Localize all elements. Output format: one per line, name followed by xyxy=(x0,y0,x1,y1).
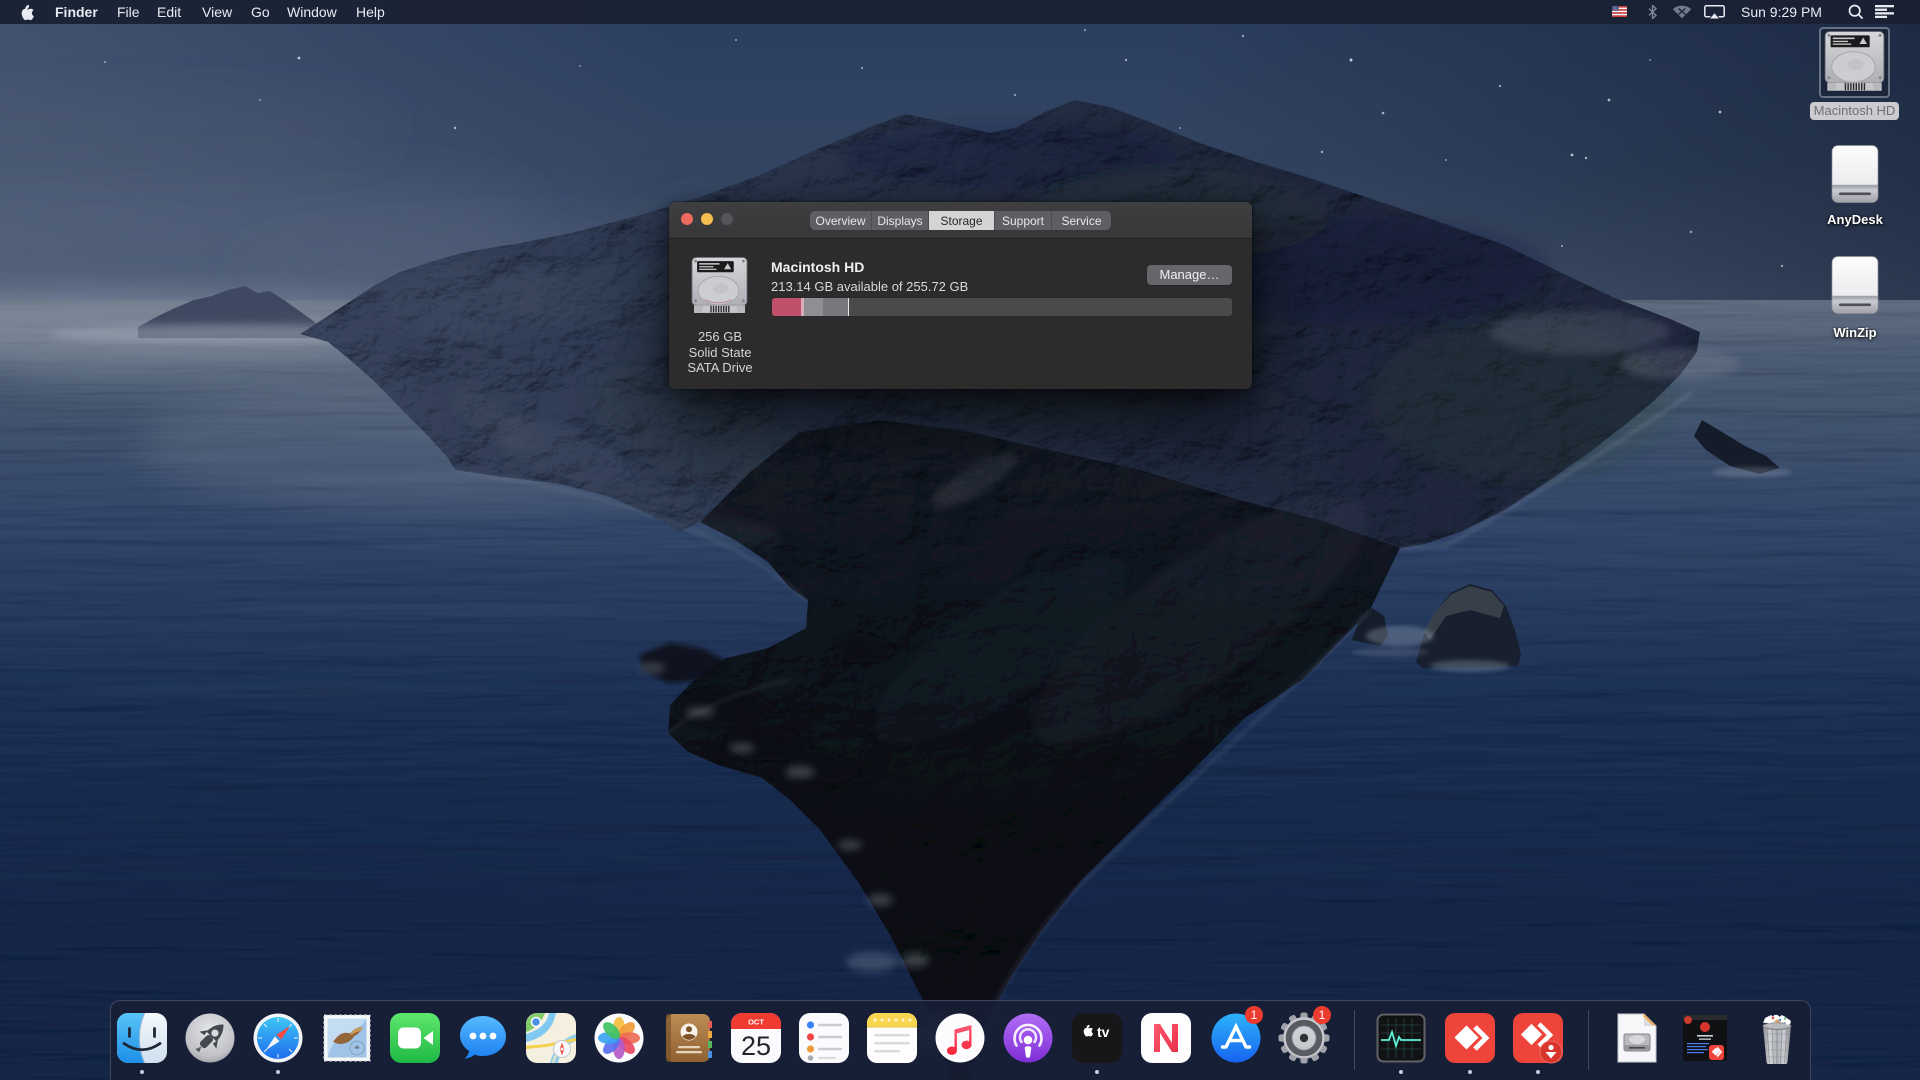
svg-text:OCT: OCT xyxy=(748,1018,764,1027)
svg-text:25: 25 xyxy=(741,1031,771,1061)
svg-text:tv: tv xyxy=(1097,1024,1110,1040)
